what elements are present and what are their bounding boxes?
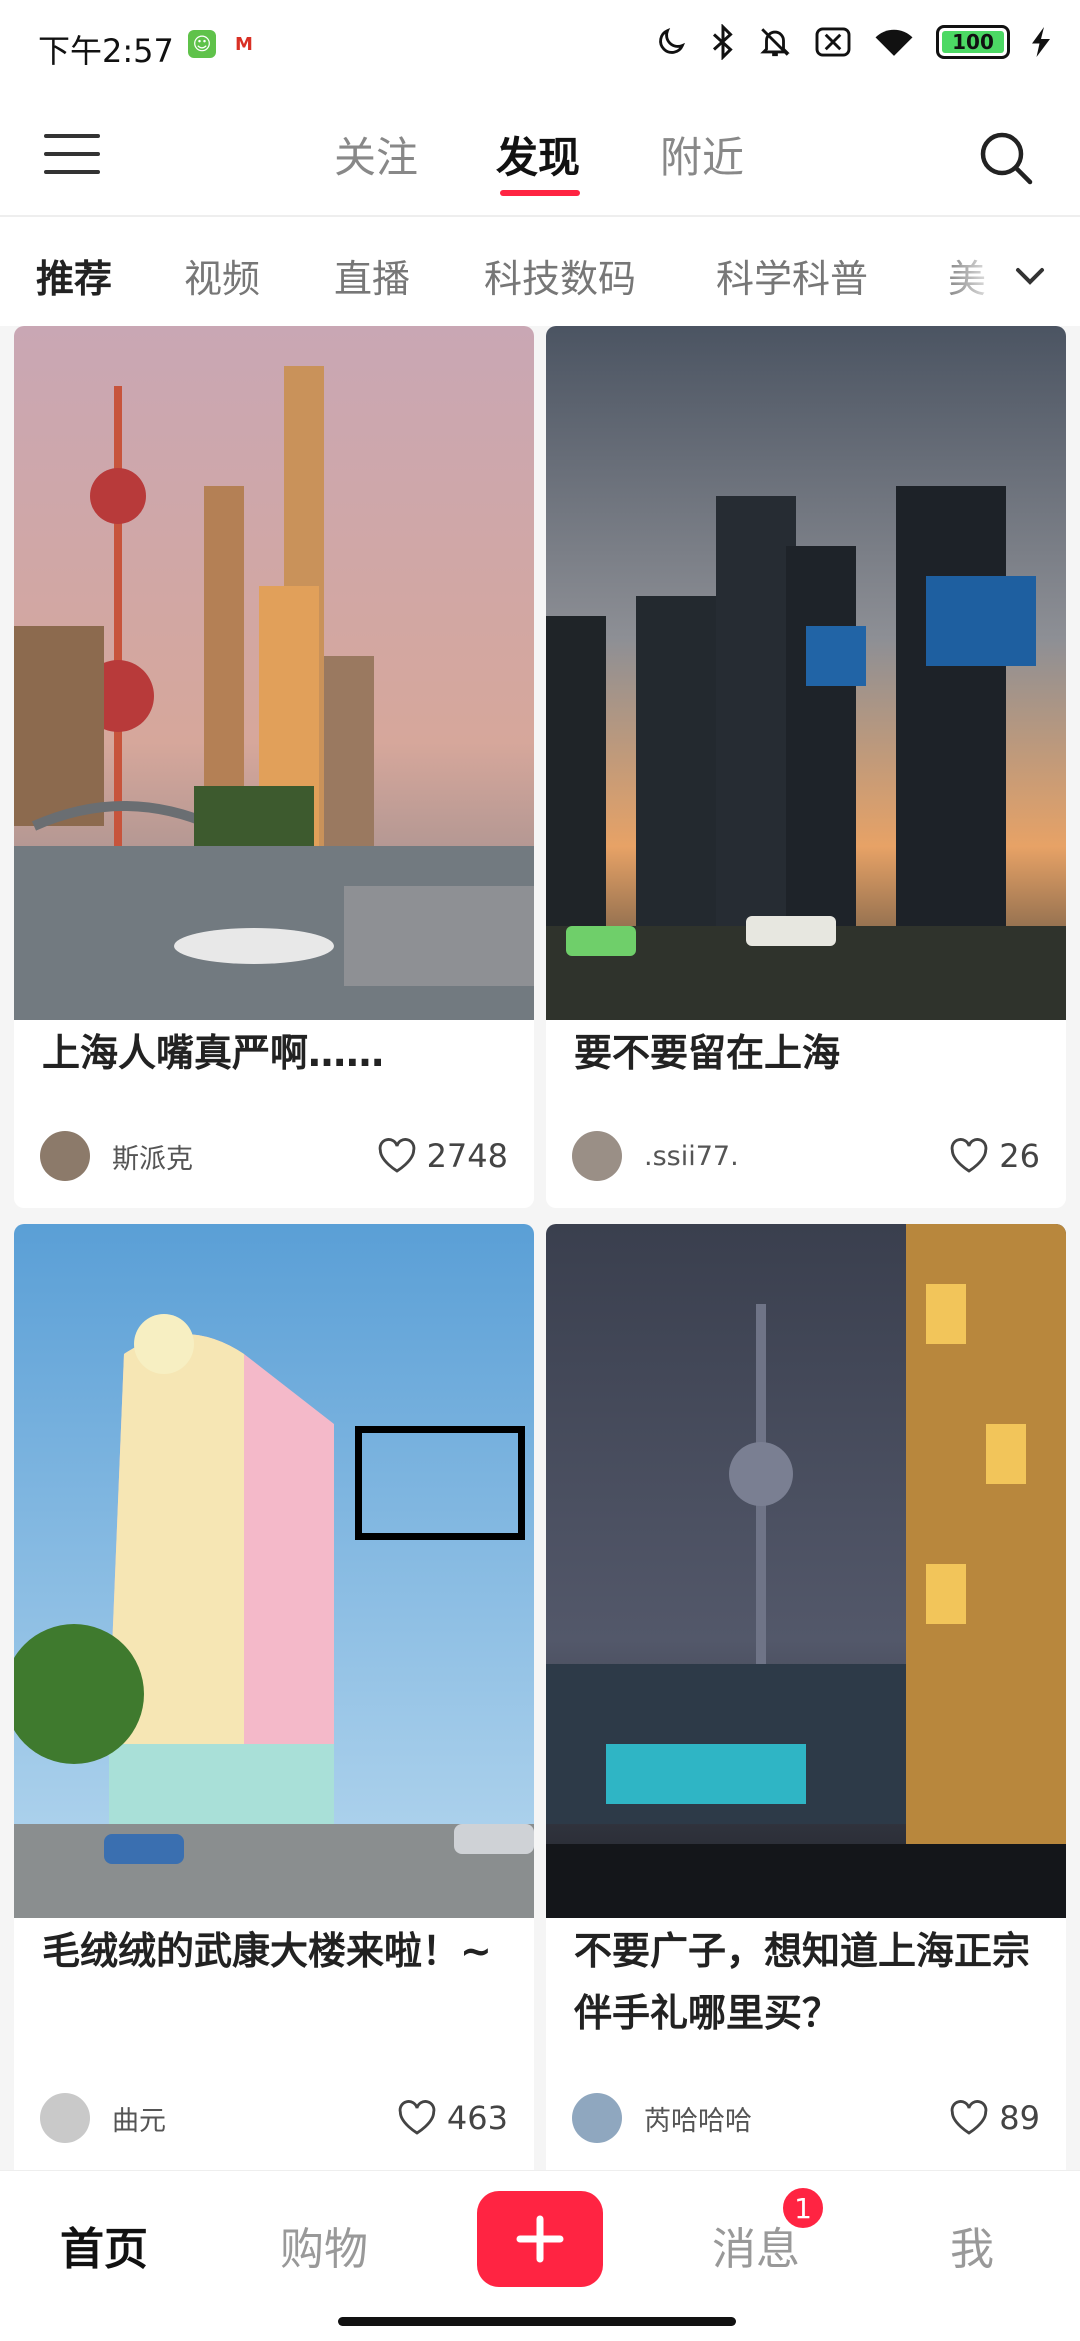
sim-off-icon bbox=[815, 27, 851, 57]
like-button[interactable]: 2748 bbox=[377, 1137, 508, 1175]
heart-icon bbox=[950, 1138, 988, 1173]
home-indicator bbox=[338, 2317, 736, 2326]
active-tab-indicator bbox=[500, 190, 580, 196]
chevron-down-icon[interactable] bbox=[1010, 256, 1050, 296]
divider bbox=[0, 215, 1080, 217]
tab-follow[interactable]: 关注 bbox=[334, 124, 418, 185]
like-button[interactable]: 26 bbox=[949, 1137, 1040, 1175]
top-nav: 关注 发现 附近 bbox=[0, 100, 1080, 216]
like-count: 2748 bbox=[426, 1137, 508, 1175]
author-name[interactable]: 曲元 bbox=[112, 2099, 397, 2138]
nav-shopping[interactable]: 购物 bbox=[280, 2213, 368, 2277]
category-video[interactable]: 视频 bbox=[184, 248, 260, 303]
note-cover-image bbox=[546, 326, 1066, 1020]
menu-icon[interactable] bbox=[44, 134, 100, 182]
status-indicators: 100 bbox=[654, 24, 1050, 60]
note-meta: .ssii77. 26 bbox=[572, 1128, 1040, 1184]
publish-button[interactable] bbox=[477, 2191, 603, 2287]
nav-home[interactable]: 首页 bbox=[60, 2213, 148, 2277]
status-bar: 下午2:57 ☺ M 100 bbox=[0, 0, 1080, 100]
note-cover-image bbox=[14, 326, 534, 1020]
like-count: 89 bbox=[999, 2099, 1040, 2137]
note-title: 毛绒绒的武康大楼来啦！~ bbox=[42, 1929, 492, 1973]
gmail-icon: M bbox=[235, 33, 253, 55]
charging-icon bbox=[1032, 27, 1050, 57]
battery-icon: 100 bbox=[936, 25, 1010, 59]
like-button[interactable]: 89 bbox=[949, 2099, 1040, 2137]
note-card[interactable]: 上海人嘴真严啊…… 斯派克 2748 bbox=[14, 326, 534, 1208]
message-badge: 1 bbox=[780, 2185, 826, 2231]
note-meta: 芮哈哈哈 89 bbox=[572, 2090, 1040, 2146]
heart-icon bbox=[950, 2100, 988, 2135]
note-title: 上海人嘴真严啊…… bbox=[42, 1031, 385, 1075]
author-name[interactable]: 芮哈哈哈 bbox=[644, 2099, 949, 2138]
search-icon[interactable] bbox=[976, 128, 1036, 188]
status-time: 下午2:57 bbox=[38, 32, 174, 70]
feed: 上海人嘴真严啊…… 斯派克 2748 要不要留在上海 .ssii77. 26 毛… bbox=[0, 326, 1080, 2170]
note-card[interactable]: 不要广子，想知道上海正宗伴手礼哪里买？ 芮哈哈哈 89 bbox=[546, 1224, 1066, 2170]
tab-discover[interactable]: 发现 bbox=[496, 124, 580, 185]
category-live[interactable]: 直播 bbox=[334, 248, 410, 303]
avatar[interactable] bbox=[572, 1131, 622, 1181]
tab-nearby[interactable]: 附近 bbox=[660, 124, 744, 185]
note-card[interactable]: 要不要留在上海 .ssii77. 26 bbox=[546, 326, 1066, 1208]
category-tech[interactable]: 科技数码 bbox=[484, 248, 636, 303]
avatar[interactable] bbox=[40, 1131, 90, 1181]
like-button[interactable]: 463 bbox=[397, 2099, 508, 2137]
notification-icons: ☺ M bbox=[188, 30, 258, 58]
author-name[interactable]: 斯派克 bbox=[112, 1137, 377, 1176]
avatar[interactable] bbox=[40, 2093, 90, 2143]
note-cover-image bbox=[546, 1224, 1066, 1918]
bluetooth-icon bbox=[712, 24, 733, 60]
plus-icon bbox=[516, 2215, 564, 2263]
like-count: 26 bbox=[999, 1137, 1040, 1175]
bottom-nav: 首页 购物 消息 1 我 bbox=[0, 2170, 1080, 2341]
like-count: 463 bbox=[446, 2099, 508, 2137]
moon-icon bbox=[659, 27, 686, 54]
heart-icon bbox=[378, 1138, 415, 1173]
nav-me[interactable]: 我 bbox=[950, 2213, 994, 2277]
heart-icon bbox=[398, 2100, 436, 2135]
battery-level: 100 bbox=[952, 30, 994, 54]
category-recommend[interactable]: 推荐 bbox=[36, 248, 112, 303]
avatar[interactable] bbox=[572, 2093, 622, 2143]
highlight-box bbox=[355, 1426, 525, 1540]
note-title: 要不要留在上海 bbox=[574, 1031, 841, 1075]
note-cover-image bbox=[14, 1224, 534, 1918]
category-science[interactable]: 科学科普 bbox=[716, 248, 868, 303]
note-meta: 曲元 463 bbox=[40, 2090, 508, 2146]
note-meta: 斯派克 2748 bbox=[40, 1128, 508, 1184]
author-name[interactable]: .ssii77. bbox=[644, 1141, 949, 1172]
note-card[interactable]: 毛绒绒的武康大楼来啦！~ 曲元 463 bbox=[14, 1224, 534, 2170]
android-app-icon: ☺ bbox=[188, 30, 216, 58]
mute-bell-icon bbox=[760, 28, 790, 57]
note-title: 不要广子，想知道上海正宗伴手礼哪里买？ bbox=[574, 1929, 1031, 2035]
wifi-icon bbox=[875, 29, 913, 56]
category-bar: 推荐 视频 直播 科技数码 科学科普 美 bbox=[0, 218, 1080, 328]
